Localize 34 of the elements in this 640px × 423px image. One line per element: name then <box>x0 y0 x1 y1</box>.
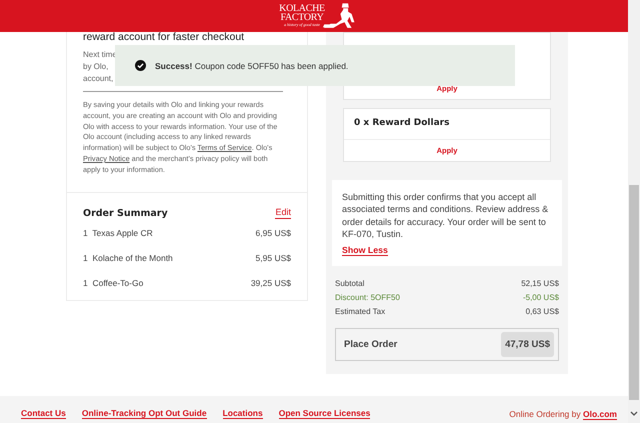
body-text: by Olo, <box>83 61 108 73</box>
scroll-down-icon[interactable] <box>630 411 638 417</box>
item-price: 5,95 US$ <box>256 253 291 263</box>
footer-link[interactable]: Locations <box>222 408 263 419</box>
logo-text: KOLACHE <box>279 4 325 13</box>
show-less-link[interactable]: Show Less <box>342 245 388 256</box>
order-total: 47,78 US$ <box>501 332 554 358</box>
total-label: Discount: 5OFF50 <box>335 292 400 304</box>
total-label: Estimated Tax <box>335 306 386 318</box>
footer-link[interactable]: Contact Us <box>21 408 66 419</box>
item-name: 1 Coffee-To-Go <box>83 278 144 288</box>
item-price: 6,95 US$ <box>256 228 291 238</box>
total-label: Subtotal <box>335 278 364 290</box>
terms-text: Submitting this order confirms that you accept all associated terms and conditions. Review address & order details for accuracy. Your order will be sent to KF-070, Tustin. <box>342 191 550 240</box>
scrollbar-thumb[interactable] <box>629 185 639 400</box>
card-heading: reward account for faster checkout <box>83 32 244 43</box>
section-title: Order Summary <box>83 208 168 218</box>
total-value: 52,15 US$ <box>521 278 559 290</box>
toast-message: Success! Coupon code 5OFF50 has been applied. <box>155 60 348 70</box>
edit-link[interactable]: Edit <box>275 207 291 219</box>
olo-link[interactable]: Olo.com <box>582 409 617 420</box>
item-name: 1 Texas Apple CR <box>83 228 153 238</box>
total-value: 0,63 US$ <box>526 306 559 318</box>
check-circle-icon <box>135 60 146 71</box>
footer-link[interactable]: Online-Tracking Opt Out Guide <box>82 408 207 419</box>
body-text: account, <box>83 73 114 85</box>
footer-link[interactable]: Open Source Licenses <box>278 408 370 419</box>
logo-text: FACTORY <box>280 13 324 22</box>
credit-text: Online Ordering by Olo.com <box>509 409 617 419</box>
place-order-button[interactable]: Place Order 47,78 US$ <box>335 328 559 362</box>
item-price: 39,25 US$ <box>250 278 291 288</box>
scrollbar[interactable] <box>628 0 640 423</box>
item-name: 1 Kolache of the Month <box>83 253 173 263</box>
total-value: -5,00 US$ <box>522 292 559 304</box>
